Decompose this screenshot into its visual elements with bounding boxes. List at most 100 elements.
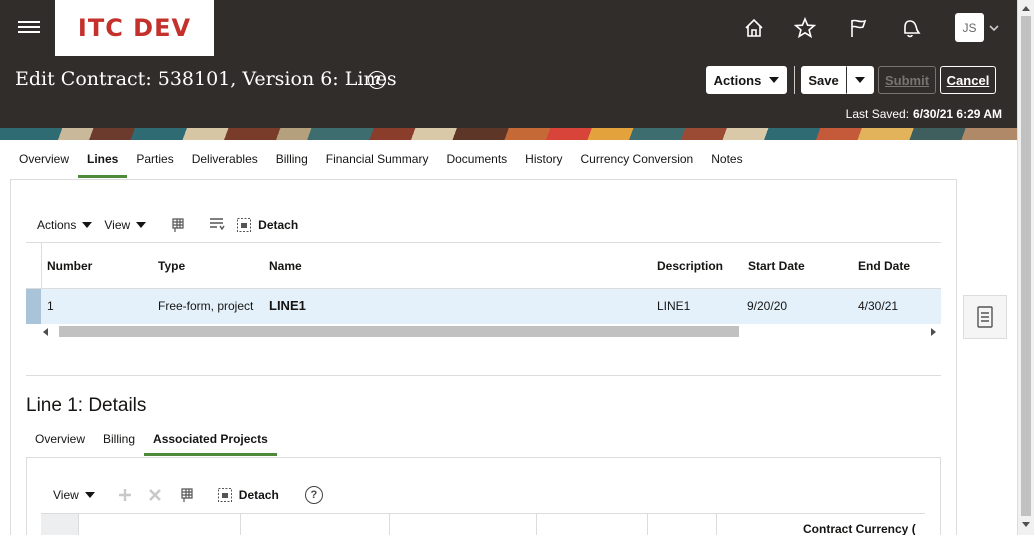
column-header-start-date[interactable]: Start Date bbox=[748, 259, 805, 273]
row-selector[interactable] bbox=[26, 289, 41, 324]
tab-currency-conversion[interactable]: Currency Conversion bbox=[572, 140, 703, 178]
tab-lines[interactable]: Lines bbox=[78, 140, 128, 178]
lines-toolbar: Actions View Detach bbox=[26, 214, 310, 236]
scroll-right-icon[interactable] bbox=[931, 328, 937, 336]
cancel-button[interactable]: Cancel bbox=[940, 66, 996, 94]
freeze-columns-icon[interactable] bbox=[177, 486, 195, 504]
app-logo[interactable]: ITC DEV bbox=[55, 0, 214, 56]
caret-down-icon bbox=[136, 222, 147, 228]
global-header: ITC DEV JS Edit Contract: 538101, Versio… bbox=[0, 0, 1034, 128]
star-icon[interactable] bbox=[791, 14, 819, 42]
tab-deliverables[interactable]: Deliverables bbox=[183, 140, 267, 178]
cell-description: LINE1 bbox=[657, 299, 691, 313]
scroll-up-icon[interactable] bbox=[1022, 6, 1030, 11]
row-selector-column bbox=[41, 514, 79, 535]
page-title: Edit Contract: 538101, Version 6: Lines bbox=[15, 68, 397, 90]
avatar-initials: JS bbox=[962, 20, 977, 35]
logo-text: ITC DEV bbox=[77, 14, 192, 42]
last-saved-value: 6/30/21 6:29 AM bbox=[913, 107, 1002, 121]
help-icon[interactable]: ? bbox=[368, 71, 386, 89]
column-header-description[interactable]: Description bbox=[657, 259, 723, 273]
associated-projects-table: Contract Currency ( bbox=[41, 513, 925, 535]
home-icon[interactable] bbox=[740, 14, 768, 42]
wrap-rows-icon[interactable] bbox=[208, 216, 226, 234]
details-tab-bar: Overview Billing Associated Projects bbox=[26, 425, 277, 457]
delete-icon[interactable] bbox=[147, 487, 163, 503]
detach-icon bbox=[217, 488, 232, 502]
caret-down-icon bbox=[82, 222, 93, 228]
scroll-left-icon[interactable] bbox=[43, 328, 49, 336]
document-icon bbox=[977, 306, 993, 328]
lines-view-menu[interactable]: View bbox=[104, 218, 147, 232]
column-header-number[interactable]: Number bbox=[47, 259, 92, 273]
projects-view-label: View bbox=[53, 488, 79, 502]
caret-down-icon bbox=[855, 77, 865, 83]
contextual-panel-button[interactable] bbox=[963, 295, 1007, 339]
section-divider bbox=[26, 375, 941, 376]
lines-view-label: View bbox=[104, 218, 131, 232]
tab-history[interactable]: History bbox=[516, 140, 571, 178]
scroll-down-icon[interactable] bbox=[1022, 522, 1030, 527]
subtab-billing[interactable]: Billing bbox=[94, 425, 144, 456]
tab-overview[interactable]: Overview bbox=[10, 140, 78, 178]
lines-detach-label: Detach bbox=[258, 218, 299, 232]
page: ITC DEV JS Edit Contract: 538101, Versio… bbox=[0, 0, 1034, 535]
last-saved-label: Last Saved: bbox=[845, 107, 910, 121]
main-tab-bar: Overview Lines Parties Deliverables Bill… bbox=[10, 140, 752, 179]
details-section-title: Line 1: Details bbox=[26, 395, 147, 416]
submit-button[interactable]: Submit bbox=[878, 66, 936, 94]
cell-number: 1 bbox=[47, 299, 54, 313]
menu-icon[interactable] bbox=[18, 18, 40, 38]
lines-table: Number Type Name Description Start Date … bbox=[26, 242, 941, 340]
column-header-type[interactable]: Type bbox=[158, 259, 185, 273]
tab-documents[interactable]: Documents bbox=[437, 140, 516, 178]
lines-detach-button[interactable]: Detach bbox=[236, 217, 298, 233]
column-header-contract-currency[interactable]: Contract Currency ( bbox=[803, 522, 916, 535]
decorative-banner bbox=[0, 128, 1034, 140]
actions-menu-button[interactable]: Actions bbox=[706, 66, 787, 94]
detach-icon bbox=[237, 218, 252, 232]
tab-financial-summary[interactable]: Financial Summary bbox=[317, 140, 438, 178]
column-header-end-date[interactable]: End Date bbox=[858, 259, 910, 273]
cell-type: Free-form, project bbox=[158, 299, 254, 313]
lines-actions-menu[interactable]: Actions bbox=[37, 218, 93, 232]
tab-notes[interactable]: Notes bbox=[702, 140, 751, 178]
column-divider bbox=[240, 514, 241, 535]
flag-icon[interactable] bbox=[844, 14, 872, 42]
scrollbar-thumb[interactable] bbox=[1021, 16, 1031, 516]
scrollbar-thumb[interactable] bbox=[59, 326, 739, 337]
toolbar-separator bbox=[794, 66, 795, 94]
projects-view-menu[interactable]: View bbox=[53, 488, 95, 502]
vertical-scrollbar[interactable] bbox=[1017, 0, 1034, 535]
column-header-name[interactable]: Name bbox=[269, 259, 302, 273]
tab-parties[interactable]: Parties bbox=[127, 140, 182, 178]
save-button[interactable]: Save bbox=[801, 66, 846, 94]
help-icon[interactable]: ? bbox=[304, 486, 323, 504]
subtab-associated-projects[interactable]: Associated Projects bbox=[144, 425, 277, 456]
column-divider bbox=[716, 514, 717, 535]
chevron-down-icon[interactable] bbox=[988, 22, 1000, 34]
user-avatar[interactable]: JS bbox=[955, 13, 984, 42]
associated-projects-toolbar: View Detach ? bbox=[53, 485, 323, 505]
save-options-button[interactable] bbox=[846, 66, 874, 94]
last-saved-status: Last Saved: 6/30/21 6:29 AM bbox=[846, 107, 1002, 121]
column-divider bbox=[647, 514, 648, 535]
cell-end-date: 4/30/21 bbox=[858, 299, 899, 313]
horizontal-scrollbar[interactable] bbox=[41, 324, 941, 340]
actions-button-label: Actions bbox=[713, 72, 762, 88]
column-divider bbox=[536, 514, 537, 535]
lines-table-header: Number Type Name Description Start Date … bbox=[26, 242, 941, 289]
column-divider bbox=[389, 514, 390, 535]
subtab-overview[interactable]: Overview bbox=[26, 425, 94, 456]
add-icon[interactable] bbox=[117, 487, 133, 503]
projects-detach-button[interactable]: Detach bbox=[217, 487, 279, 503]
notifications-bell-icon[interactable] bbox=[896, 14, 924, 42]
freeze-columns-icon[interactable] bbox=[168, 216, 186, 234]
cell-start-date: 9/20/20 bbox=[747, 299, 788, 313]
cell-name-link[interactable]: LINE1 bbox=[269, 298, 306, 313]
caret-down-icon bbox=[84, 492, 95, 498]
caret-down-icon bbox=[769, 77, 780, 83]
tab-billing[interactable]: Billing bbox=[267, 140, 317, 178]
lines-actions-label: Actions bbox=[37, 218, 77, 232]
projects-detach-label: Detach bbox=[238, 488, 279, 502]
